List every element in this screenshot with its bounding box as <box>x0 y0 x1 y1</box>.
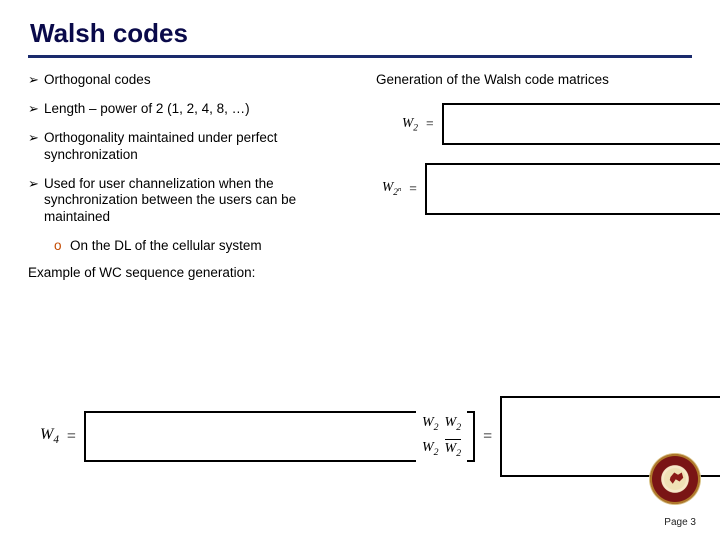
bullet-marker-icon: ➢ <box>28 130 44 164</box>
subbullet-marker-icon: o <box>54 238 70 255</box>
globe-icon <box>664 468 686 490</box>
content-columns: ➢ Orthogonal codes ➢ Length – power of 2… <box>28 72 692 282</box>
sym-eq: = <box>424 116 436 132</box>
page-title: Walsh codes <box>30 18 692 49</box>
equation-w2: W2 = 0 0 0 1 <box>402 103 720 145</box>
sym-sub-2n: 2n <box>393 188 401 198</box>
cell: W2 <box>445 415 462 433</box>
bottom-equations: W4 = W2 W2 W2 W2 = 0000010100110110 W8 <box>40 358 700 515</box>
bullet-text: Length – power of 2 (1, 2, 4, 8, …) <box>44 101 358 118</box>
sym-eq: = <box>407 181 419 197</box>
bullet-ortho-sync: ➢ Orthogonality maintained under perfect… <box>28 130 358 164</box>
title-rule <box>28 55 692 58</box>
matrix-w2n-block: W2n−1 W2n−1 W2n−1 W2n−1 <box>425 163 720 215</box>
cell-bar: W2 <box>445 439 462 459</box>
right-column: Generation of the Walsh code matrices W2… <box>376 72 720 282</box>
bullet-text: Orthogonal codes <box>44 72 358 89</box>
slide: Walsh codes ➢ Orthogonal codes ➢ Length … <box>0 0 720 540</box>
sym-w: W <box>40 426 53 443</box>
equation-w4: W4 = W2 W2 W2 W2 = 0000010100110110 <box>40 396 720 477</box>
bullet-length: ➢ Length – power of 2 (1, 2, 4, 8, …) <box>28 101 358 118</box>
bullet-text: Used for user channelization when the sy… <box>44 176 358 227</box>
right-heading: Generation of the Walsh code matrices <box>376 72 720 87</box>
sym-sub-2: 2 <box>413 123 418 133</box>
bullet-text: Orthogonality maintained under perfect s… <box>44 130 358 164</box>
sym-w: W <box>382 179 393 194</box>
sym-w: W <box>402 115 413 130</box>
bullet-marker-icon: ➢ <box>28 101 44 118</box>
sym-sub-4: 4 <box>53 435 59 447</box>
bullet-channelization: ➢ Used for user channelization when the … <box>28 176 358 227</box>
subbullet-dl: o On the DL of the cellular system <box>54 238 358 255</box>
bullet-orthogonal: ➢ Orthogonal codes <box>28 72 358 89</box>
cell: W2 <box>422 415 439 433</box>
bullet-marker-icon: ➢ <box>28 72 44 89</box>
bullet-marker-icon: ➢ <box>28 176 44 227</box>
subbullet-text: On the DL of the cellular system <box>70 238 262 255</box>
matrix-w2: 0 0 0 1 <box>442 103 720 145</box>
left-column: ➢ Orthogonal codes ➢ Length – power of 2… <box>28 72 358 282</box>
institution-seal-icon <box>650 454 700 504</box>
sym-eq: = <box>65 428 78 446</box>
page-number: Page 3 <box>664 517 696 528</box>
sym-eq: = <box>481 428 494 446</box>
matrix-w4-block: W2 W2 W2 W2 <box>84 411 475 463</box>
cell: W2 <box>422 440 439 458</box>
example-label: Example of WC sequence generation: <box>28 265 358 282</box>
equation-w2n: W2n = W2n−1 W2n−1 W2n−1 W2n−1 <box>382 163 720 215</box>
